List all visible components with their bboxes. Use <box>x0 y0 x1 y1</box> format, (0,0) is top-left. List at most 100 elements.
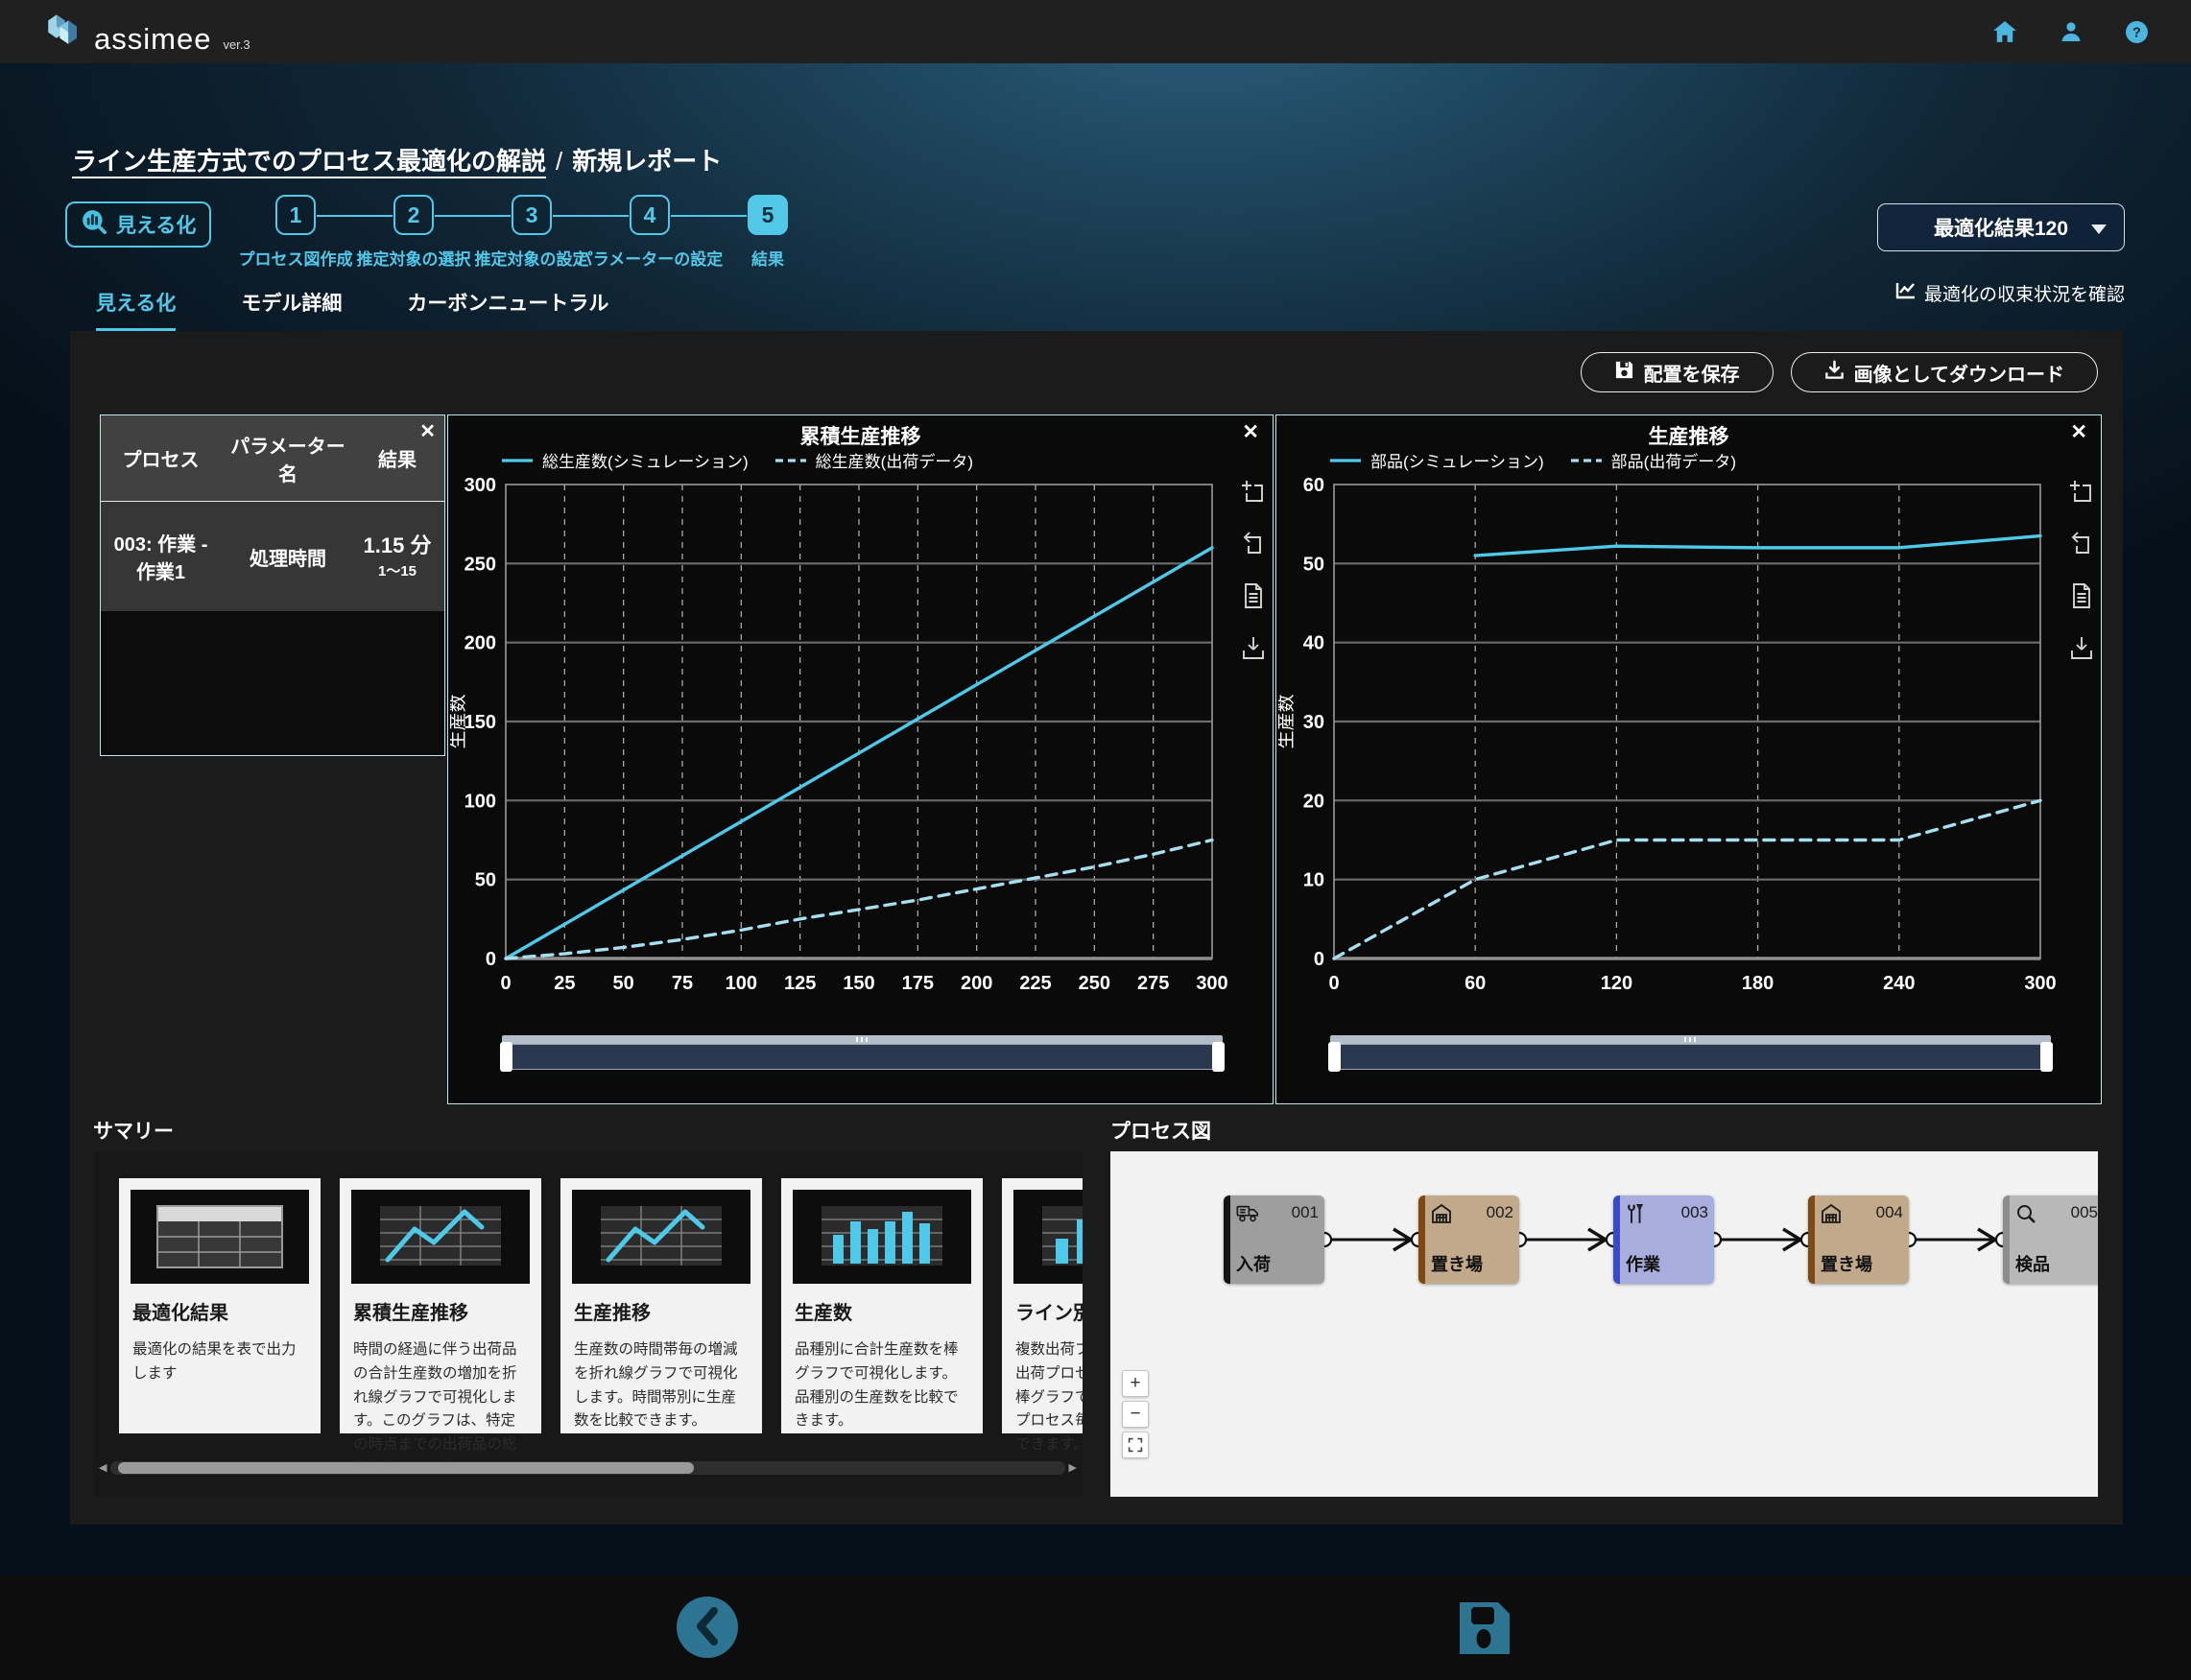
node-color-stripe <box>1808 1195 1815 1284</box>
process-node-004[interactable]: 004 置き場 <box>1808 1195 1909 1284</box>
table-thumbnail-icon <box>131 1190 309 1284</box>
chart-range-slider[interactable] <box>502 1035 1223 1074</box>
fit-view-button[interactable] <box>1122 1432 1149 1458</box>
optimization-result-dropdown[interactable]: 最適化結果120 <box>1877 203 2125 251</box>
node-color-stripe <box>1224 1195 1230 1284</box>
back-button[interactable] <box>677 1597 738 1658</box>
cell-parameter: 処理時間 <box>221 535 355 579</box>
save-report-button[interactable] <box>1456 1598 1513 1661</box>
step-connector <box>317 215 393 217</box>
step-5-box[interactable]: 5 <box>748 195 788 235</box>
reset-view-icon[interactable] <box>2068 531 2095 557</box>
tab-carbon-neutral[interactable]: カーボンニュートラル <box>407 288 608 332</box>
download-chart-icon[interactable] <box>1240 634 1267 661</box>
bar-chart-thumbnail-icon <box>793 1190 971 1284</box>
convergence-status-link[interactable]: 最適化の収束状況を確認 <box>1877 280 2125 306</box>
process-diagram-canvas[interactable]: 001 入荷 002 置き場 <box>1110 1151 2098 1497</box>
slider-grip[interactable] <box>856 1037 869 1042</box>
process-node-002[interactable]: 002 置き場 <box>1418 1195 1519 1284</box>
tab-model-detail[interactable]: モデル詳細 <box>241 288 342 332</box>
svg-text:0: 0 <box>486 949 496 970</box>
assimee-logo[interactable]: assimee ver.3 <box>42 11 250 54</box>
line-chart[interactable]: 0255075100125150175200225250275300050100… <box>450 471 1229 1008</box>
results-table-header: プロセス パラメーター名 結果 <box>101 415 444 502</box>
chart-toolbar <box>1240 479 1267 661</box>
svg-text:175: 175 <box>902 973 934 994</box>
floppy-save-icon <box>1456 1646 1513 1661</box>
process-node-003[interactable]: 003 作業 <box>1613 1195 1714 1284</box>
scrollbar-track[interactable] <box>110 1461 1064 1475</box>
logo-text: assimee <box>94 24 211 54</box>
summary-card-line-production[interactable]: ライン別生産 複数出荷プロ 出荷プロセス 棒グラフで可 プロセス毎に できます。 <box>1002 1178 1083 1433</box>
table-row[interactable]: 003: 作業 - 作業1 処理時間 1.15 分 1〜15 <box>101 502 444 611</box>
reset-view-icon[interactable] <box>1240 531 1267 557</box>
svg-text:50: 50 <box>613 973 634 994</box>
download-chart-icon[interactable] <box>2068 634 2095 661</box>
line-chart-thumbnail-icon <box>572 1190 750 1284</box>
node-color-stripe <box>1613 1195 1620 1284</box>
close-icon[interactable]: ✕ <box>1242 420 1259 444</box>
column-header-parameter: パラメーター名 <box>221 421 355 496</box>
convergence-link-label: 最適化の収束状況を確認 <box>1924 280 2125 306</box>
cell-process: 003: 作業 - 作業1 <box>101 521 221 592</box>
zoom-out-button[interactable]: − <box>1122 1401 1149 1428</box>
breadcrumb-report-link[interactable]: ライン生産方式でのプロセス最適化の解説 <box>72 147 546 176</box>
step-4-box[interactable]: 4 <box>630 195 670 235</box>
legend-item[interactable]: 部品(シミュレーション) <box>1328 448 1544 472</box>
chart-range-slider[interactable] <box>1330 1035 2051 1074</box>
result-value: 1.15 分 <box>361 532 434 559</box>
visualize-mode-button[interactable]: 見える化 <box>65 201 211 248</box>
process-node-005[interactable]: 005 検品 <box>2003 1195 2098 1284</box>
svg-text:60: 60 <box>1303 475 1324 496</box>
download-image-label: 画像としてダウンロード <box>1854 359 2064 387</box>
data-table-icon[interactable] <box>1240 582 1267 609</box>
legend-item[interactable]: 総生産数(シミュレーション) <box>500 448 749 472</box>
slider-grip[interactable] <box>1684 1037 1698 1042</box>
summary-card-cumulative[interactable]: 累積生産推移 時間の経過に伴う出荷品の合計生産数の増加を折れ線グラフで可視化しま… <box>340 1178 541 1433</box>
data-table-icon[interactable] <box>2068 582 2095 609</box>
step-1: 1 プロセス図作成 <box>274 195 317 270</box>
scroll-left-arrow[interactable]: ◀ <box>99 1460 107 1476</box>
svg-text:20: 20 <box>1303 791 1324 812</box>
slider-handle-right[interactable] <box>2040 1042 2053 1072</box>
home-icon[interactable] <box>1992 20 2017 43</box>
step-1-box[interactable]: 1 <box>275 195 316 235</box>
warehouse-icon <box>1821 1203 1842 1229</box>
zoom-select-icon[interactable] <box>2068 479 2095 506</box>
line-chart[interactable]: 0601201802403000102030405060生産数 <box>1278 471 2058 1008</box>
slider-handle-left[interactable] <box>500 1042 512 1072</box>
slider-selected-range[interactable] <box>1330 1044 2051 1070</box>
process-node-001[interactable]: 001 入荷 <box>1224 1195 1324 1284</box>
slider-track-top[interactable] <box>1330 1035 2051 1044</box>
svg-text:50: 50 <box>1303 554 1324 575</box>
save-layout-button[interactable]: 配置を保存 <box>1581 352 1774 392</box>
summary-card-production-count[interactable]: 生産数 品種別に合計生産数を棒グラフで可視化します。品種別の生産数を比較できます… <box>781 1178 983 1433</box>
slider-selected-range[interactable] <box>502 1044 1223 1070</box>
tab-visualize[interactable]: 見える化 <box>96 288 176 332</box>
step-3-box[interactable]: 3 <box>512 195 552 235</box>
legend-item[interactable]: 総生産数(出荷データ) <box>774 448 973 472</box>
close-icon[interactable]: ✕ <box>2070 420 2087 444</box>
step-connector <box>553 215 629 217</box>
zoom-in-button[interactable]: + <box>1122 1370 1149 1397</box>
summary-card-production-trend[interactable]: 生産推移 生産数の時間帯毎の増減を折れ線グラフで可視化します。時間帯別に生産数を… <box>560 1178 762 1433</box>
zoom-select-icon[interactable] <box>1240 479 1267 506</box>
main-panel: 配置を保存 画像としてダウンロード プロセス パラメーター名 結果 <box>70 331 2123 1525</box>
node-color-stripe <box>2003 1195 2010 1284</box>
legend-item[interactable]: 部品(出荷データ) <box>1569 448 1736 472</box>
slider-track-top[interactable] <box>502 1035 1223 1044</box>
slider-handle-right[interactable] <box>1212 1042 1225 1072</box>
user-icon[interactable] <box>2060 20 2083 43</box>
inspect-icon <box>2015 1203 2037 1230</box>
help-icon[interactable]: ? <box>2125 20 2149 44</box>
scrollbar-thumb[interactable] <box>118 1462 694 1474</box>
close-icon[interactable]: ✕ <box>419 419 436 443</box>
download-icon <box>1824 360 1845 386</box>
summary-card-optimization-result[interactable]: 最適化結果 最適化の結果を表で出力します <box>119 1178 321 1433</box>
scroll-right-arrow[interactable]: ▶ <box>1069 1460 1077 1476</box>
step-2-box[interactable]: 2 <box>393 195 434 235</box>
chart-legend: 総生産数(シミュレーション) 総生産数(出荷データ) <box>500 448 973 472</box>
chart-panel-cumulative: 累積生産推移 ✕ 総生産数(シミュレーション)総生産数(出荷データ) 02550… <box>447 414 1274 1104</box>
download-image-button[interactable]: 画像としてダウンロード <box>1791 352 2098 392</box>
slider-handle-left[interactable] <box>1328 1042 1341 1072</box>
